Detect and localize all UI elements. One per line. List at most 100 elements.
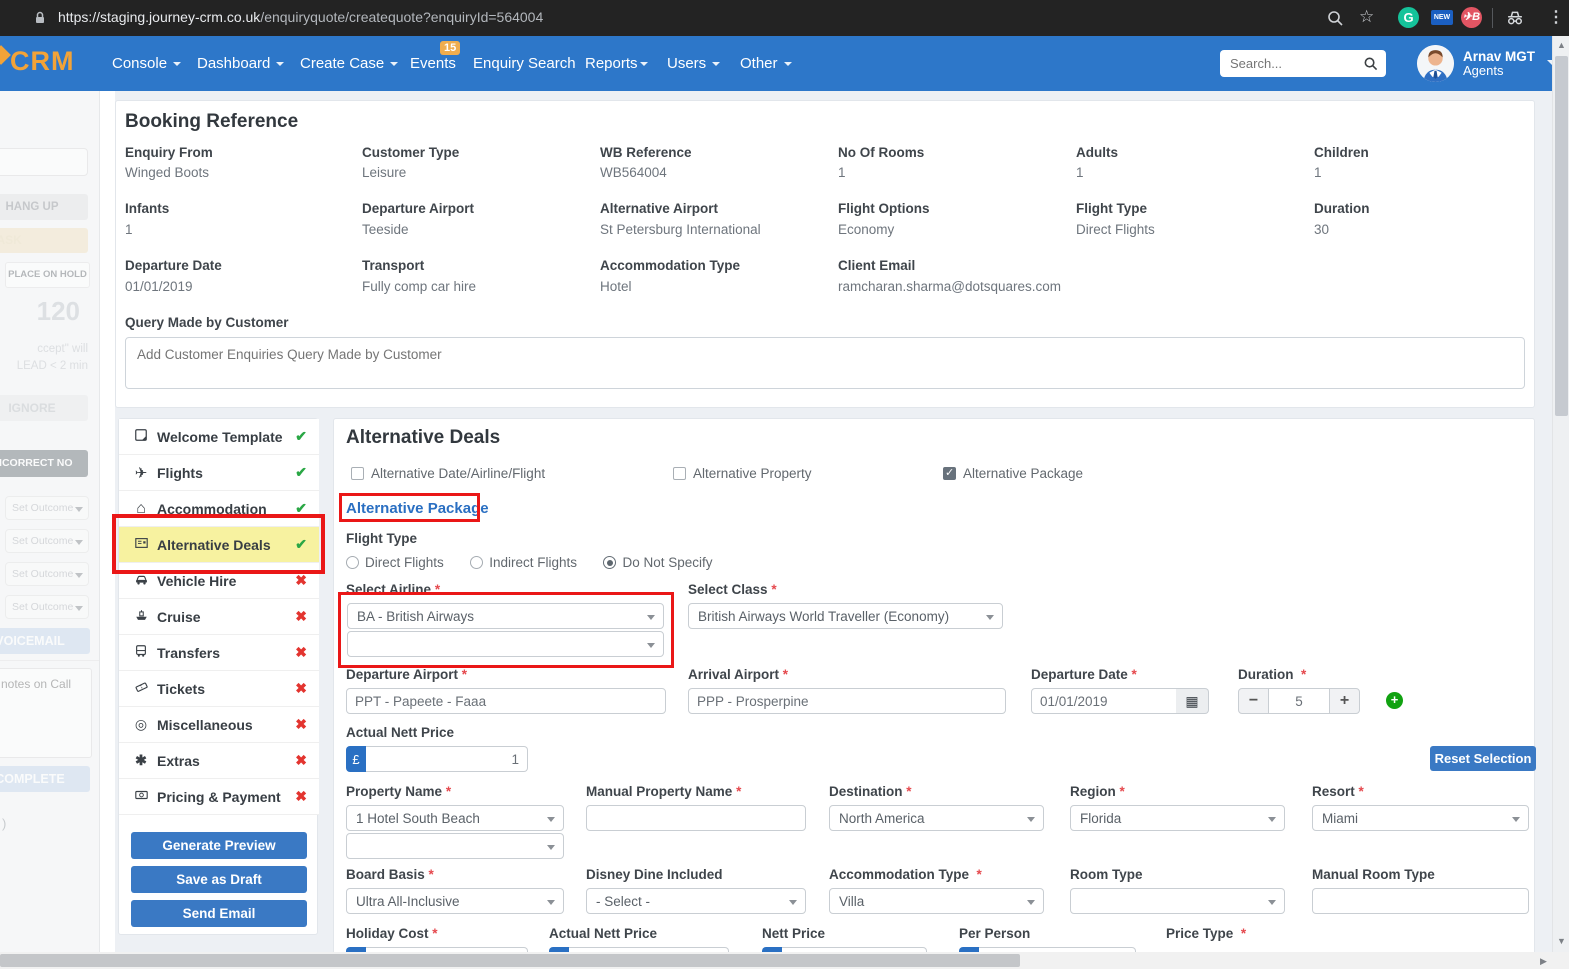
- browser-menu-icon[interactable]: ⋮: [1548, 7, 1564, 27]
- departure-airport-input[interactable]: [346, 688, 666, 714]
- alt-date-airline-flight-option[interactable]: Alternative Date/Airline/Flight: [351, 465, 545, 483]
- destination-select[interactable]: North America: [829, 805, 1044, 831]
- nav-reports[interactable]: Reports: [585, 55, 648, 72]
- radio-indirect-flights[interactable]: Indirect Flights: [470, 554, 599, 571]
- room-type-select[interactable]: [1070, 888, 1285, 914]
- set-outcome-select-1[interactable]: Set Outcome: [5, 496, 89, 520]
- disney-dine-select[interactable]: - Select -: [586, 888, 806, 914]
- sidebar-item-transfers[interactable]: Transfers✖: [119, 635, 319, 671]
- board-basis-select[interactable]: Ultra All-Inclusive: [346, 888, 564, 914]
- scroll-down-icon[interactable]: ▼: [1557, 936, 1566, 946]
- checkbox-checked-icon[interactable]: [943, 467, 956, 480]
- departure-date-input[interactable]: [1031, 688, 1177, 714]
- zoom-icon[interactable]: [1326, 9, 1344, 27]
- arrival-airport-input[interactable]: [688, 688, 1006, 714]
- set-outcome-select-4[interactable]: Set Outcome: [5, 595, 89, 619]
- radio-do-not-specify[interactable]: Do Not Specify: [603, 554, 734, 571]
- alternative-package-heading[interactable]: Alternative Package: [346, 500, 489, 517]
- call-notes-textarea[interactable]: [0, 668, 92, 758]
- sidebar-item-miscellaneous[interactable]: ◎ Miscellaneous✖: [119, 707, 319, 743]
- add-row-icon[interactable]: +: [1386, 692, 1403, 709]
- field-label: No Of Rooms: [838, 145, 924, 160]
- query-textarea[interactable]: [125, 337, 1525, 389]
- nav-other[interactable]: Other: [740, 55, 792, 72]
- nav-dashboard[interactable]: Dashboard: [197, 55, 284, 72]
- sidebar-item-cruise[interactable]: Cruise✖: [119, 599, 319, 635]
- booking-reference-card: Booking Reference Enquiry From Winged Bo…: [115, 100, 1535, 408]
- red-extension-icon[interactable]: ✈B: [1461, 7, 1482, 28]
- bookmark-star-icon[interactable]: ☆: [1359, 7, 1374, 27]
- avatar[interactable]: [1417, 45, 1454, 82]
- radio-selected-icon[interactable]: [603, 556, 616, 569]
- brand-logo[interactable]: CRM: [10, 46, 75, 77]
- airline-select[interactable]: BA - British Airways: [347, 603, 664, 629]
- sidebar-item-accommodation[interactable]: ⌂ Accommodation✔: [119, 491, 319, 527]
- nav-console[interactable]: Console: [112, 55, 181, 72]
- incognito-profile-icon[interactable]: [1505, 8, 1525, 28]
- calendar-icon[interactable]: ▦: [1176, 688, 1209, 714]
- checkbox-icon[interactable]: [673, 467, 686, 480]
- hang-up-button[interactable]: HANG UP: [0, 194, 88, 220]
- user-name[interactable]: Arnav MGT: [1463, 49, 1535, 64]
- voicemail-button[interactable]: VOICEMAIL: [0, 628, 90, 654]
- field-label: Adults: [1076, 145, 1118, 160]
- set-outcome-select-2[interactable]: Set Outcome: [5, 529, 89, 553]
- sidebar-item-welcome-template[interactable]: Welcome Template✔: [119, 419, 319, 455]
- resort-select[interactable]: Miami: [1312, 805, 1529, 831]
- new-extension-icon[interactable]: NEW: [1431, 10, 1453, 25]
- chevron-down-icon: [547, 845, 555, 850]
- reset-selection-button[interactable]: Reset Selection: [1430, 746, 1536, 771]
- lead-note-line2: LEAD < 2 min: [0, 360, 88, 372]
- scroll-right-icon[interactable]: ▶: [1540, 956, 1547, 967]
- ignore-button[interactable]: IGNORE: [0, 395, 88, 421]
- duration-input[interactable]: [1268, 688, 1330, 714]
- send-email-button[interactable]: Send Email: [131, 900, 307, 927]
- vertical-scrollbar-thumb[interactable]: [1555, 56, 1568, 416]
- search-icon[interactable]: [1363, 56, 1378, 71]
- incorrect-no-button[interactable]: INCORRECT NO: [0, 450, 88, 477]
- property-name-select[interactable]: 1 Hotel South Beach: [346, 805, 564, 831]
- chevron-down-icon: [986, 615, 994, 620]
- nav-events[interactable]: Events: [410, 55, 456, 72]
- sidebar-item-vehicle-hire[interactable]: Vehicle Hire✖: [119, 563, 319, 599]
- sidebar-item-alternative-deals[interactable]: Alternative Deals✔: [119, 527, 319, 563]
- nav-create-case[interactable]: Create Case: [300, 55, 398, 72]
- manual-property-name-input[interactable]: [586, 805, 806, 831]
- url-text[interactable]: https://staging.journey-crm.co.uk/enquir…: [58, 9, 543, 25]
- actual-nett-price-input[interactable]: [366, 746, 528, 772]
- search-input[interactable]: [1220, 50, 1356, 77]
- class-select[interactable]: British Airways World Traveller (Economy…: [688, 603, 1003, 629]
- set-outcome-select-3[interactable]: Set Outcome: [5, 562, 89, 586]
- sidebar-item-flights[interactable]: ✈ Flights✔: [119, 455, 319, 491]
- duration-minus-button[interactable]: −: [1238, 688, 1269, 714]
- complete-button[interactable]: COMPLETE: [0, 766, 90, 792]
- duration-plus-button[interactable]: +: [1329, 688, 1360, 714]
- grammarly-extension-icon[interactable]: G: [1398, 7, 1419, 28]
- manual-room-type-input[interactable]: [1312, 888, 1529, 914]
- sidebar-item-tickets[interactable]: Tickets✖: [119, 671, 319, 707]
- alt-package-option[interactable]: Alternative Package: [943, 465, 1083, 483]
- generate-preview-button[interactable]: Generate Preview: [131, 832, 307, 859]
- sidebar-item-pricing-payment[interactable]: Pricing & Payment✖: [119, 779, 319, 815]
- radio-icon[interactable]: [346, 556, 359, 569]
- radio-direct-flights[interactable]: Direct Flights: [346, 554, 466, 571]
- alt-property-option[interactable]: Alternative Property: [673, 465, 812, 483]
- scroll-up-icon[interactable]: ▲: [1557, 40, 1566, 50]
- radio-icon[interactable]: [470, 556, 483, 569]
- airline-select-secondary[interactable]: [347, 631, 664, 657]
- accommodation-type-select[interactable]: Villa: [829, 888, 1044, 914]
- nav-enquiry-search[interactable]: Enquiry Search: [473, 55, 576, 72]
- place-on-hold-button[interactable]: PLACE ON HOLD: [5, 262, 90, 288]
- save-as-draft-button[interactable]: Save as Draft: [131, 866, 307, 893]
- region-select[interactable]: Florida: [1070, 805, 1285, 831]
- checkbox-icon[interactable]: [351, 467, 364, 480]
- call-input[interactable]: [0, 148, 88, 176]
- horizontal-scrollbar-thumb[interactable]: [0, 954, 1020, 967]
- field-value: St Petersburg International: [600, 222, 761, 237]
- nav-users[interactable]: Users: [667, 55, 720, 72]
- property-name-select-secondary[interactable]: [346, 833, 564, 859]
- pricing-payment-icon: [131, 788, 151, 805]
- horizontal-scrollbar[interactable]: ▶: [0, 952, 1552, 969]
- sidebar-item-extras[interactable]: ✱ Extras✖: [119, 743, 319, 779]
- vertical-scrollbar[interactable]: ▲ ▼: [1552, 36, 1569, 952]
